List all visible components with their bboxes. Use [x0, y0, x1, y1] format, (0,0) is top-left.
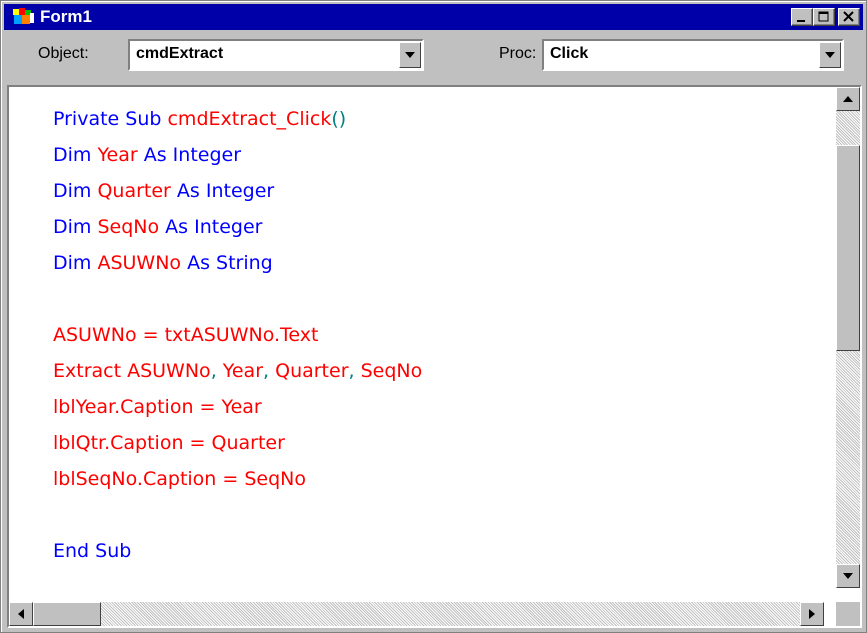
proc-value: Click — [550, 45, 589, 62]
maximize-button[interactable] — [813, 8, 835, 26]
code-line[interactable]: End Sub — [53, 533, 131, 569]
code-line[interactable]: Dim Year As Integer — [53, 137, 241, 173]
vertical-scrollbar[interactable] — [836, 87, 860, 588]
code-token: SeqNo — [360, 360, 423, 382]
scroll-right-button[interactable] — [800, 602, 824, 626]
scrollbar-corner — [836, 602, 860, 626]
object-label: Object: — [38, 45, 89, 62]
code-editor[interactable]: Private Sub cmdExtract_Click() Dim Year A… — [7, 85, 862, 628]
code-line[interactable]: Extract ASUWNo, Year, Quarter, SeqNo — [53, 353, 422, 389]
object-value: cmdExtract — [136, 45, 224, 62]
title-bar[interactable]: Form1 — [4, 4, 863, 30]
code-text-area[interactable]: Private Sub cmdExtract_Click() Dim Year A… — [9, 87, 824, 588]
code-token: Private Sub — [53, 108, 168, 130]
code-toolbar: Object: cmdExtract Proc: Click — [4, 31, 863, 81]
code-token: , — [348, 360, 361, 382]
code-token: lblQtr.Caption = Quarter — [53, 432, 285, 454]
horizontal-scroll-thumb[interactable] — [33, 602, 101, 626]
code-token: SeqNo — [97, 216, 160, 238]
code-token: Dim — [53, 216, 98, 238]
code-token: , — [210, 360, 223, 382]
object-dropdown-button[interactable] — [399, 42, 421, 68]
arrow-left-icon — [18, 609, 24, 619]
object-combo[interactable]: cmdExtract — [128, 39, 424, 71]
scroll-down-button[interactable] — [836, 564, 860, 588]
window-title: Form1 — [40, 7, 92, 26]
code-token: Dim — [53, 180, 98, 202]
arrow-down-icon — [843, 573, 853, 579]
maximize-icon — [818, 11, 829, 22]
minimize-button[interactable] — [791, 8, 813, 26]
chevron-down-icon — [825, 52, 835, 58]
code-token: ASUWNo = txtASUWNo.Text — [53, 324, 319, 346]
code-token: Dim — [53, 144, 98, 166]
close-icon — [843, 11, 854, 22]
code-token: ASUWNo — [97, 252, 182, 274]
code-line[interactable]: Private Sub cmdExtract_Click() — [53, 101, 346, 137]
code-token: , — [263, 360, 276, 382]
close-button[interactable] — [838, 8, 860, 26]
proc-combo[interactable]: Click — [542, 39, 844, 71]
code-token: As Integer — [170, 180, 275, 202]
code-token: End Sub — [53, 540, 132, 562]
scroll-left-button[interactable] — [9, 602, 33, 626]
code-line[interactable]: ASUWNo = txtASUWNo.Text — [53, 317, 318, 353]
code-token: lblSeqNo.Caption = SeqNo — [53, 468, 306, 490]
code-token: () — [331, 108, 347, 130]
code-token: lblYear.Caption = Year — [53, 396, 262, 418]
proc-dropdown-button[interactable] — [819, 42, 841, 68]
code-token: cmdExtract_Click — [167, 108, 332, 130]
arrow-up-icon — [843, 96, 853, 102]
code-token: Quarter — [275, 360, 349, 382]
code-token: Dim — [53, 252, 98, 274]
code-line[interactable]: Dim Quarter As Integer — [53, 173, 274, 209]
vertical-scroll-thumb[interactable] — [836, 145, 860, 351]
code-line[interactable]: lblYear.Caption = Year — [53, 389, 262, 425]
code-line[interactable]: lblSeqNo.Caption = SeqNo — [53, 461, 306, 497]
scroll-up-button[interactable] — [836, 87, 860, 111]
code-token: As Integer — [137, 144, 242, 166]
code-window: Form1 Object: cmdExtract Proc: Click Pri… — [0, 0, 867, 633]
code-line[interactable]: lblQtr.Caption = Quarter — [53, 425, 285, 461]
code-token: As String — [181, 252, 273, 274]
proc-label: Proc: — [499, 45, 537, 62]
chevron-down-icon — [405, 52, 415, 58]
code-line[interactable]: Dim SeqNo As Integer — [53, 209, 262, 245]
code-token: Year — [222, 360, 264, 382]
horizontal-scrollbar[interactable] — [9, 602, 824, 626]
code-token: Extract ASUWNo — [53, 360, 211, 382]
arrow-right-icon — [809, 609, 815, 619]
code-token: As Integer — [159, 216, 263, 238]
minimize-icon — [797, 20, 805, 22]
vb-form-icon — [12, 7, 36, 27]
code-line[interactable]: Dim ASUWNo As String — [53, 245, 273, 281]
code-token: Year — [97, 144, 138, 166]
code-token: Quarter — [97, 180, 171, 202]
